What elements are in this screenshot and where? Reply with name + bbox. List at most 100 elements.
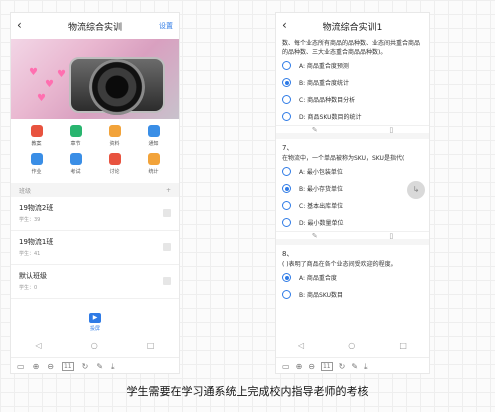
radio-icon[interactable] — [282, 273, 291, 282]
zoom-in-icon[interactable]: ⊕ — [296, 362, 303, 371]
chat-icon — [108, 153, 121, 165]
feature-label: 考试 — [70, 169, 81, 175]
homework-icon — [30, 153, 43, 165]
rotate-icon[interactable]: ↻ — [82, 362, 89, 371]
feature-pie[interactable]: 统计 — [134, 153, 173, 175]
feature-label: 资料 — [109, 141, 120, 147]
answer-option[interactable]: C: 商品品种数目分析 — [276, 91, 429, 108]
option-label: C: 商品品种数目分析 — [299, 97, 356, 104]
answer-option[interactable]: A: 商品重合度 — [276, 269, 429, 286]
viewer-toolbar: ▭ ⊕ ⊖ 11 ↻ ✎ ⤓ — [276, 357, 429, 373]
projector-icon: ▶ — [89, 313, 101, 323]
lesson-plan-icon — [30, 125, 43, 137]
heart-icon: ♥ — [57, 69, 66, 80]
radio-icon[interactable] — [282, 201, 291, 210]
delete-icon[interactable]: ▯ — [389, 126, 393, 134]
feature-exam[interactable]: 考试 — [56, 153, 95, 175]
exam-icon — [69, 153, 82, 165]
float-menu-button[interactable]: ↳ — [407, 181, 425, 199]
system-nav-bar: ◁ ○ □ — [276, 341, 429, 350]
feature-label: 统计 — [148, 169, 159, 175]
answer-option[interactable]: A: 商品重合度预测 — [276, 57, 429, 74]
system-nav-bar: ◁ ○ □ — [11, 341, 179, 350]
chapter-icon — [69, 125, 82, 137]
answer-option[interactable]: A: 最小包装单位 — [276, 163, 429, 180]
option-label: B: 商品SKU数目 — [299, 292, 344, 299]
feature-lesson-plan[interactable]: 教案 — [17, 125, 56, 147]
radio-icon[interactable] — [282, 218, 291, 227]
edit-icon[interactable]: ✎ — [312, 126, 318, 134]
nav-back-icon[interactable]: ◁ — [298, 341, 304, 350]
radio-icon[interactable] — [282, 61, 291, 70]
nav-back-icon[interactable]: ◁ — [36, 341, 42, 350]
settings-button[interactable]: 设置 — [159, 21, 173, 31]
class-item[interactable]: 19物流1班 学生：41 — [11, 231, 179, 265]
nav-home-icon[interactable]: ○ — [348, 341, 355, 350]
add-class-icon[interactable]: + — [166, 187, 171, 194]
class-item[interactable]: 默认班级学生：0 — [11, 265, 179, 299]
feature-chat[interactable]: 讨论 — [95, 153, 134, 175]
quiz-header: ‹ 物流综合实训1 — [276, 13, 429, 39]
option-label: C: 基本出库单位 — [299, 203, 344, 210]
zoom-out-icon[interactable]: ⊖ — [308, 362, 315, 371]
edit-pen-icon[interactable]: ✎ — [96, 362, 103, 371]
option-label: A: 商品重合度 — [299, 275, 337, 282]
q8-text: ( )表明了商品在各个业态间受欢迎的程度。 — [282, 261, 397, 268]
class-student-count: 学生：0 — [19, 285, 38, 291]
radio-icon[interactable] — [282, 290, 291, 299]
project-screen-button[interactable]: ▶ 投屏 — [11, 313, 179, 332]
heart-icon: ♥ — [37, 93, 46, 104]
feature-folder[interactable]: 资料 — [95, 125, 134, 147]
class-qr-icon[interactable] — [163, 209, 171, 217]
nav-recent-icon[interactable]: □ — [147, 341, 155, 350]
download-icon[interactable]: ⤓ — [111, 362, 115, 372]
answer-option[interactable]: B: 商品SKU数目 — [276, 286, 429, 303]
back-arrow-icon[interactable]: ‹ — [282, 18, 287, 32]
answer-option[interactable]: C: 基本出库单位 — [276, 197, 429, 214]
answer-option[interactable]: D: 最小数量单位 — [276, 214, 429, 231]
megaphone-icon — [147, 125, 160, 137]
q7-text: 在物流中，一个单品被称为SKU，SKU是指代( — [282, 155, 405, 162]
class-name: 默认班级 — [19, 272, 47, 280]
radio-icon[interactable] — [282, 78, 291, 87]
feature-homework[interactable]: 作业 — [17, 153, 56, 175]
feature-megaphone[interactable]: 通知 — [134, 125, 173, 147]
download-icon[interactable]: ⤓ — [364, 362, 368, 372]
page-number: 11 — [61, 362, 74, 371]
radio-icon[interactable] — [282, 167, 291, 176]
screen-icon[interactable]: ▭ — [17, 362, 25, 371]
delete-icon[interactable]: ▯ — [389, 232, 393, 240]
class-qr-icon[interactable] — [163, 277, 171, 285]
left-phone-screenshot: ‹ 物流综合实训 设置 ♥ ♥ ♥ ♥ 教案 章节 资料 通知 作业 考试 讨论 统计 班级 … — [10, 12, 180, 374]
camera-lens — [89, 59, 145, 115]
class-name: 19物流1班 — [19, 238, 54, 246]
zoom-in-icon[interactable]: ⊕ — [33, 362, 40, 371]
feature-grid: 教案 章节 资料 通知作业 考试 讨论 统计 — [11, 119, 179, 175]
edit-icon[interactable]: ✎ — [312, 232, 318, 240]
q7-number: 7、 — [282, 144, 294, 152]
radio-icon[interactable] — [282, 95, 291, 104]
class-list: 19物流2班 学生：39 19物流1班 学生：41 默认班级 学生：0 — [11, 197, 179, 299]
nav-home-icon[interactable]: ○ — [91, 341, 98, 350]
radio-icon[interactable] — [282, 184, 291, 193]
q6-options: A: 商品重合度预测 B: 商品重合度统计 C: 商品品种数目分析 D: 商品SKU数… — [276, 57, 429, 125]
answer-option[interactable]: D: 商品SKU数目的统计 — [276, 108, 429, 125]
radio-icon[interactable] — [282, 112, 291, 121]
q8-number: 8、 — [282, 250, 294, 258]
option-label: B: 最小存货单位 — [299, 186, 344, 193]
option-label: B: 商品重合度统计 — [299, 80, 350, 87]
back-arrow-icon[interactable]: ‹ — [17, 18, 22, 32]
rotate-icon[interactable]: ↻ — [339, 362, 346, 371]
edit-pen-icon[interactable]: ✎ — [351, 362, 358, 371]
screen-icon[interactable]: ▭ — [282, 362, 290, 371]
nav-recent-icon[interactable]: □ — [399, 341, 407, 350]
option-label: D: 商品SKU数目的统计 — [299, 114, 362, 121]
class-qr-icon[interactable] — [163, 243, 171, 251]
class-item[interactable]: 19物流2班 学生：39 — [11, 197, 179, 231]
feature-chapter[interactable]: 章节 — [56, 125, 95, 147]
feature-label: 讨论 — [109, 169, 120, 175]
zoom-out-icon[interactable]: ⊖ — [47, 362, 54, 371]
q8-options: A: 商品重合度 B: 商品SKU数目 — [276, 269, 429, 303]
answer-option[interactable]: B: 商品重合度统计 — [276, 74, 429, 91]
feature-label: 通知 — [148, 141, 159, 147]
